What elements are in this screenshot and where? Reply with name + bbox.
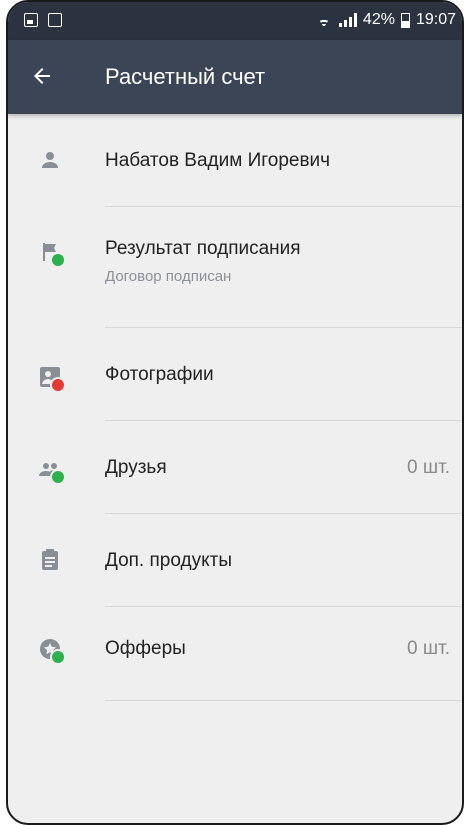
offer-check-icon bbox=[38, 637, 66, 665]
list-item-label: Офферы bbox=[105, 638, 186, 659]
list-item-label: Друзья bbox=[105, 457, 167, 478]
flag-check-icon bbox=[38, 240, 66, 268]
battery-percent: 42% bbox=[362, 11, 395, 28]
check-badge-icon bbox=[50, 649, 66, 665]
phone-frame: 42% 19:07 Расчетный счет Набатов Вадим И… bbox=[6, 0, 464, 825]
status-bar: 42% 19:07 bbox=[8, 2, 462, 40]
clipboard-icon bbox=[38, 548, 62, 572]
photo-alert-icon bbox=[38, 365, 66, 393]
person-icon bbox=[38, 148, 62, 172]
wifi-icon bbox=[315, 13, 333, 27]
list-item-label: Доп. продукты bbox=[105, 550, 232, 571]
check-badge-icon bbox=[50, 469, 66, 485]
list-item-label: Результат подписания bbox=[105, 238, 301, 259]
signal-icon bbox=[338, 13, 357, 27]
friends-check-icon bbox=[38, 457, 66, 485]
list-item-name[interactable]: Набатов Вадим Игоревич bbox=[8, 114, 462, 207]
back-arrow-icon[interactable] bbox=[30, 64, 54, 88]
friends-count: 0 шт. bbox=[407, 457, 450, 478]
app-bar: Расчетный счет bbox=[8, 40, 462, 114]
list-item-label: Фотографии bbox=[105, 364, 214, 385]
list-item-signing-result[interactable]: Результат подписания Договор подписан bbox=[8, 207, 462, 328]
list-item-friends[interactable]: Друзья 0 шт. bbox=[8, 421, 462, 514]
page-title: Расчетный счет bbox=[105, 64, 266, 89]
battery-icon bbox=[400, 12, 410, 28]
list-item-photos[interactable]: Фотографии bbox=[8, 328, 462, 421]
list-item-subtitle: Договор подписан bbox=[105, 268, 232, 285]
alert-badge-icon bbox=[50, 377, 66, 393]
check-badge-icon bbox=[50, 252, 66, 268]
account-menu-list: Набатов Вадим Игоревич Результат подписа… bbox=[8, 114, 462, 701]
clock: 19:07 bbox=[415, 11, 456, 28]
list-item-label: Набатов Вадим Игоревич bbox=[105, 150, 331, 171]
divider bbox=[105, 700, 462, 701]
offers-count: 0 шт. bbox=[407, 638, 450, 659]
gallery-notification-icon bbox=[24, 13, 38, 27]
list-item-offers[interactable]: Офферы 0 шт. bbox=[8, 607, 462, 701]
image-notification-icon bbox=[48, 13, 62, 27]
list-item-extra-products[interactable]: Доп. продукты bbox=[8, 514, 462, 607]
